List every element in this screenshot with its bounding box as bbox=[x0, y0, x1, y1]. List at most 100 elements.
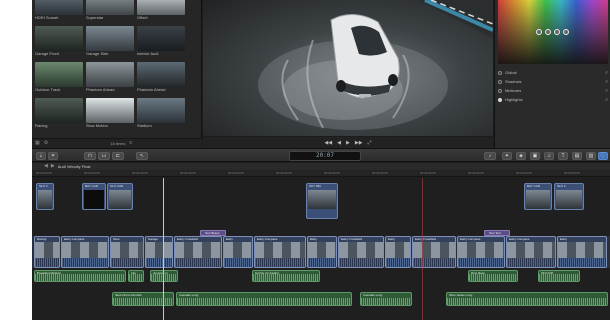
connect-icon[interactable]: ⊓ bbox=[84, 152, 96, 160]
storyline-clip[interactable]: Early Crossfield bbox=[174, 236, 222, 268]
clip-grid: HDRI Sunset Superstar Offset Garage Fron… bbox=[35, 0, 199, 129]
clip-name: Offset bbox=[137, 15, 148, 20]
grid-view-icon[interactable]: ▦ bbox=[35, 141, 40, 146]
browser-clip[interactable]: Stadium bbox=[137, 98, 185, 129]
color-board[interactable] bbox=[498, 0, 608, 64]
storyline-clip[interactable]: Early bbox=[307, 236, 337, 268]
themes-icon[interactable]: ▥ bbox=[586, 152, 596, 160]
correction-row-shadows[interactable]: Shadows ↺ bbox=[498, 77, 608, 86]
back-icon[interactable]: ◀ bbox=[44, 164, 48, 169]
select-tool-icon[interactable]: ↖ bbox=[136, 152, 148, 160]
browser-clip[interactable]: Phantom Ahead bbox=[137, 62, 185, 93]
rewind-button[interactable]: ◀◀ bbox=[324, 140, 332, 146]
global-puck[interactable] bbox=[536, 29, 542, 35]
timecode-display[interactable]: 20:07 bbox=[289, 151, 361, 161]
storyline-clip[interactable]: Early bbox=[557, 236, 607, 268]
audio-clip[interactable]: Cascade Long bbox=[360, 292, 412, 306]
storyline-clip[interactable]: Racing bbox=[34, 236, 60, 268]
browser-clip[interactable]: Phantom Ahead bbox=[86, 62, 134, 93]
radio-button[interactable] bbox=[498, 79, 502, 84]
audio-icon[interactable]: ♪ bbox=[484, 152, 496, 160]
audio-clip[interactable]: Ring Race bbox=[468, 270, 518, 282]
play-button[interactable]: ▶ bbox=[346, 140, 350, 146]
fullscreen-button[interactable]: ⤢ bbox=[368, 140, 372, 146]
connected-clip[interactable]: BAY CAR bbox=[524, 183, 552, 210]
storyline-clip[interactable]: Early bbox=[223, 236, 253, 268]
clip-thumbnail bbox=[86, 98, 134, 123]
storyline-clip[interactable]: Early Crossfield bbox=[412, 236, 456, 268]
audio-clip[interactable]: Into bbox=[128, 270, 144, 282]
audio-clip[interactable]: Cascade Long bbox=[176, 292, 352, 306]
shadows-puck[interactable] bbox=[545, 29, 551, 35]
browser-clip[interactable]: Interior Audi bbox=[137, 26, 185, 57]
reset-icon[interactable]: ↺ bbox=[605, 88, 608, 93]
storyline-clip[interactable]: Early Compass bbox=[61, 236, 109, 268]
reset-icon[interactable]: ↺ bbox=[605, 79, 608, 84]
browser-clip[interactable]: Racing bbox=[35, 98, 83, 129]
radio-button[interactable] bbox=[498, 70, 502, 75]
viewer-frame[interactable] bbox=[203, 0, 493, 136]
audio-clip[interactable]: SFX Drift bbox=[538, 270, 580, 282]
storyline-clip[interactable]: Early Compass bbox=[254, 236, 306, 268]
storyline-clip[interactable]: Early Compass bbox=[457, 236, 505, 268]
storyline-clip[interactable]: Slow bbox=[110, 236, 144, 268]
storyline-clip[interactable]: Early Compass bbox=[506, 236, 556, 268]
storyline-clip[interactable]: Early bbox=[385, 236, 411, 268]
insert-icon[interactable]: ⊔ bbox=[98, 152, 110, 160]
keyword-icon[interactable]: ⌗ bbox=[48, 152, 58, 160]
correction-row-highlights[interactable]: Highlights ↺ bbox=[498, 95, 608, 104]
import-icon[interactable]: ⇣ bbox=[36, 152, 46, 160]
radio-button[interactable] bbox=[498, 88, 502, 93]
connected-clip[interactable]: SLO 2 bbox=[36, 183, 54, 210]
clip-name: Outdoor Track bbox=[35, 87, 61, 92]
audio-clip[interactable]: Jumping In bbox=[150, 270, 178, 282]
audio-clip[interactable]: Slow Drone Rumble bbox=[112, 292, 174, 306]
radio-button-selected[interactable] bbox=[498, 97, 502, 102]
connected-clip[interactable]: SLO 2 bbox=[554, 183, 584, 210]
enhance-icon[interactable]: ✦ bbox=[502, 152, 512, 160]
midtones-puck[interactable] bbox=[554, 29, 560, 35]
color-pucks bbox=[536, 29, 569, 35]
playhead[interactable] bbox=[163, 178, 164, 320]
browser-clip[interactable]: Garage Side bbox=[86, 26, 134, 57]
connected-clip[interactable]: SLO CAR bbox=[107, 183, 133, 210]
generators-icon[interactable]: ▤ bbox=[572, 152, 582, 160]
photos-icon[interactable]: ▣ bbox=[530, 152, 540, 160]
ruler-tick: 00:00:25:00 bbox=[276, 171, 292, 175]
storyline-clip[interactable]: Early Crossfield bbox=[338, 236, 384, 268]
color-inspector: Global ↺ Shadows ↺ Midtones ↺ Highlights ↺ bbox=[494, 0, 610, 148]
reset-icon[interactable]: ↺ bbox=[605, 70, 608, 75]
browser-clip[interactable]: Offset bbox=[137, 0, 185, 21]
timeline-ruler[interactable]: 00:00:00:00 00:00:05:00 00:00:10:00 00:0… bbox=[32, 170, 610, 177]
connected-clip[interactable]: SKY 360 bbox=[306, 183, 338, 219]
browser-clip[interactable]: Superstar bbox=[86, 0, 134, 21]
browser-clip[interactable]: Garage Front bbox=[35, 26, 83, 57]
settings-icon[interactable]: ⚙ bbox=[44, 141, 48, 146]
audio-clip[interactable]: Breakfast Medium bbox=[34, 270, 126, 282]
transport-controls: ◀◀ ◀ ▶ ▶▶ ⤢ bbox=[203, 137, 493, 148]
music-icon[interactable]: ♫ bbox=[544, 152, 554, 160]
audio-clip[interactable]: Slow Jessie Long bbox=[446, 292, 608, 306]
effects-icon[interactable]: ◈ bbox=[516, 152, 526, 160]
titles-icon[interactable]: T bbox=[558, 152, 568, 160]
audio-clip[interactable]: Synths Up Fading bbox=[252, 270, 320, 282]
clip-thumbnail bbox=[86, 26, 134, 51]
storyline-clip[interactable]: Garage bbox=[145, 236, 173, 268]
forward-icon[interactable]: ▶ bbox=[51, 164, 55, 169]
filter-icon[interactable]: ≡ bbox=[129, 141, 132, 146]
correction-row-global[interactable]: Global ↺ bbox=[498, 68, 608, 77]
fast-forward-button[interactable]: ▶▶ bbox=[355, 140, 363, 146]
browser-clip[interactable]: Outdoor Track bbox=[35, 62, 83, 93]
connected-clip[interactable]: BAY CAR bbox=[82, 183, 106, 210]
browser-clip[interactable]: Slow Motion bbox=[86, 98, 134, 129]
append-icon[interactable]: ⊏ bbox=[112, 152, 124, 160]
audio-waveform bbox=[361, 298, 411, 305]
reset-icon[interactable]: ↺ bbox=[605, 97, 608, 102]
inspector-toggle-icon[interactable]: ⓘ bbox=[598, 152, 608, 160]
correction-row-midtones[interactable]: Midtones ↺ bbox=[498, 86, 608, 95]
browser-clip[interactable]: HDRI Sunset bbox=[35, 0, 83, 21]
step-back-button[interactable]: ◀ bbox=[337, 140, 341, 146]
highlights-puck[interactable] bbox=[563, 29, 569, 35]
clip-label: Cascade Long bbox=[363, 293, 383, 297]
browser-bottom-bar: ▦ ⚙ 18 items ≡ bbox=[32, 138, 202, 148]
